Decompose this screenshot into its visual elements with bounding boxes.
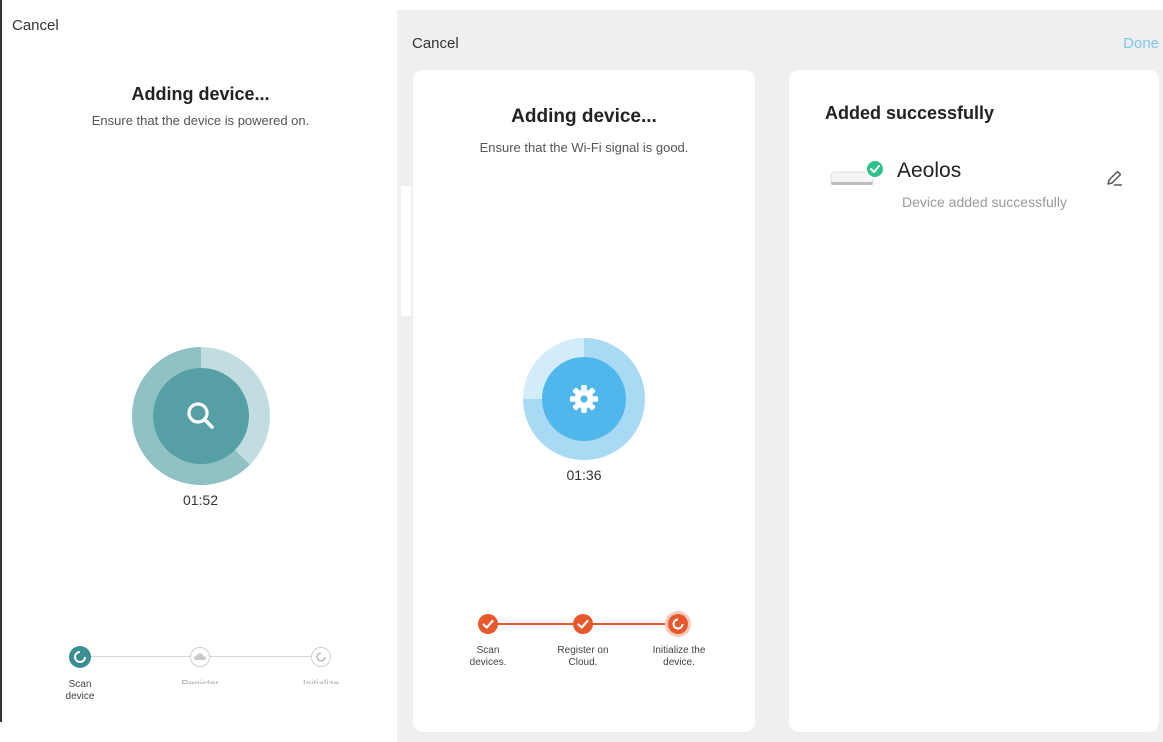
device-status: Device added successfully	[902, 194, 1067, 210]
overlay-patch	[401, 186, 411, 316]
loading-icon	[74, 651, 86, 663]
countdown-timer: 01:52	[182, 492, 219, 508]
done-button[interactable]: Done	[1123, 35, 1159, 52]
adding-device-card: Adding device... Ensure that the device …	[16, 50, 385, 730]
loading-icon	[672, 618, 684, 630]
page-title: Adding device...	[131, 84, 270, 104]
adding-device-card: Adding device... Ensure that the Wi-Fi s…	[413, 70, 755, 732]
step-label-scan: Scan devices.	[469, 645, 507, 668]
initialize-progress-ring	[523, 338, 645, 460]
result-card: Added successfully Aeolos Device added s…	[789, 70, 1159, 732]
step-initialize-indicator	[311, 647, 331, 667]
cancel-button[interactable]: Cancel	[12, 17, 59, 34]
edit-icon[interactable]	[1103, 168, 1125, 190]
step-initialize-indicator	[668, 614, 688, 634]
step-scan-indicator	[69, 646, 91, 668]
checkmark-icon	[577, 619, 589, 629]
page-subtitle: Ensure that the Wi-Fi signal is good.	[479, 140, 689, 155]
device-name: Aeolos	[897, 159, 962, 182]
page-title: Added successfully	[825, 103, 995, 123]
page-subtitle: Ensure that the device is powered on.	[91, 113, 310, 128]
step-label-register: Register on Cloud.	[557, 645, 609, 668]
device-thumbnail	[830, 159, 885, 185]
step-register-indicator	[190, 647, 210, 667]
gear-icon	[570, 385, 598, 413]
checkmark-icon	[482, 619, 494, 629]
page-title: Adding device...	[511, 106, 657, 127]
success-check-icon	[865, 159, 885, 179]
cancel-button[interactable]: Cancel	[412, 35, 459, 52]
step-scan-indicator	[478, 614, 498, 634]
screen-left-border	[0, 0, 2, 722]
loading-icon	[316, 652, 326, 662]
screen-adding-device-scan: Cancel Adding device... Ensure that the …	[0, 0, 397, 742]
screen-adding-device-initialize: Cancel Adding device... Ensure that the …	[397, 10, 771, 742]
overlap-mask	[100, 684, 397, 742]
scan-progress-ring	[132, 347, 270, 485]
countdown-timer: 01:36	[566, 467, 602, 483]
screen-added-successfully: Done Added successfully Aeolos Device ad…	[771, 10, 1163, 742]
step-register-indicator	[573, 614, 593, 634]
cloud-icon	[194, 653, 206, 660]
step-label-initialize: Initialize the device.	[652, 645, 706, 668]
